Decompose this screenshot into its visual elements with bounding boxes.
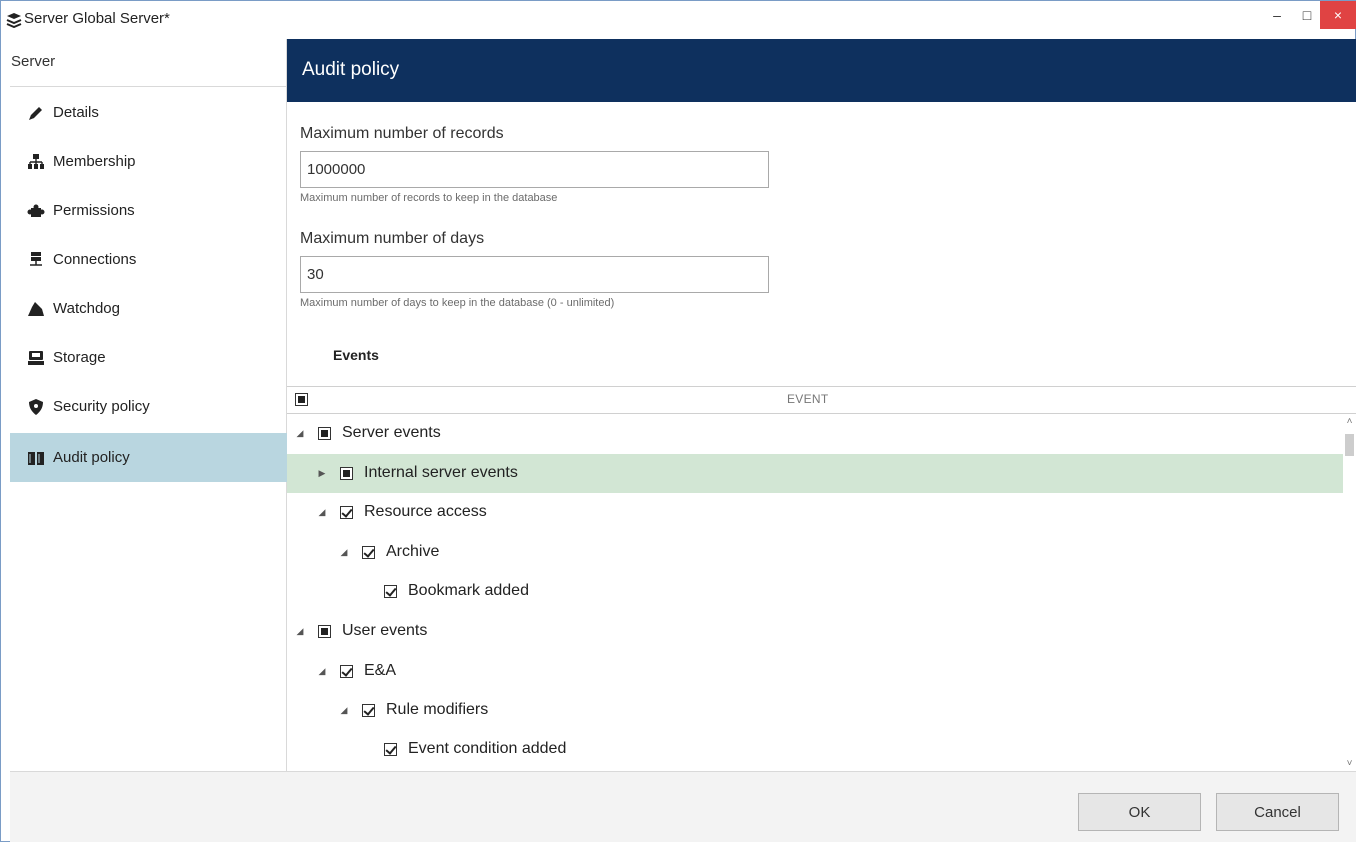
row-checkbox[interactable] — [362, 704, 375, 717]
window-title: Server Global Server* — [24, 10, 170, 27]
row-label: Internal server events — [364, 464, 518, 481]
row-checkbox[interactable] — [340, 506, 353, 519]
expanded-triangle-icon[interactable]: ◢ — [317, 666, 327, 677]
maximize-button[interactable]: □ — [1290, 1, 1324, 29]
tree-row-event-condition-added[interactable]: Event condition added — [287, 730, 1343, 769]
tree-row-bookmark-added[interactable]: Bookmark added — [287, 572, 1343, 611]
cancel-button[interactable]: Cancel — [1216, 793, 1339, 831]
max-days-label: Maximum number of days — [300, 230, 485, 247]
sidebar-item-audit-policy[interactable]: Audit policy — [10, 433, 287, 482]
title-bar: Server Global Server* – □ × — [1, 1, 1356, 39]
dog-icon — [26, 300, 46, 318]
sidebar-item-label: Audit policy — [53, 449, 130, 466]
select-all-checkbox[interactable] — [295, 393, 308, 406]
scroll-down-icon[interactable]: ˅ — [1343, 758, 1356, 769]
close-button[interactable]: × — [1320, 1, 1356, 29]
pencil-icon — [26, 104, 46, 122]
collapsed-triangle-icon[interactable]: ▶ — [317, 468, 327, 479]
puzzle-icon — [26, 202, 46, 220]
tree-row-user-events[interactable]: ◢ User events — [287, 612, 1343, 651]
row-label: E&A — [364, 662, 397, 679]
network-icon — [26, 251, 46, 269]
expanded-triangle-icon[interactable]: ◢ — [317, 507, 327, 518]
page-title: Audit policy — [287, 39, 1356, 102]
tree-row-ea[interactable]: ◢ E&A — [287, 652, 1343, 691]
scroll-up-icon[interactable]: ˄ — [1343, 416, 1356, 427]
hierarchy-icon — [26, 153, 46, 171]
max-days-hint: Maximum number of days to keep in the da… — [300, 297, 615, 309]
expanded-triangle-icon[interactable]: ◢ — [339, 705, 349, 716]
row-label: Archive — [386, 543, 440, 560]
expanded-triangle-icon[interactable]: ◢ — [295, 626, 305, 637]
row-checkbox[interactable] — [384, 743, 397, 756]
row-label: User events — [342, 622, 428, 639]
events-grid-header: EVENT — [287, 386, 1356, 414]
sidebar: Server Details Membership Permissions Co… — [10, 39, 287, 771]
tree-row-server-events[interactable]: ◢ Server events — [287, 414, 1343, 453]
main-panel: Audit policy Maximum number of records M… — [287, 39, 1356, 771]
max-records-label: Maximum number of records — [300, 125, 504, 142]
row-checkbox[interactable] — [340, 467, 353, 480]
row-label: Server events — [342, 424, 441, 441]
expanded-triangle-icon[interactable]: ◢ — [295, 428, 305, 439]
events-tree: ◢ Server events ▶ Internal server events… — [287, 414, 1343, 771]
max-days-input[interactable] — [300, 256, 769, 293]
sidebar-item-label: Details — [53, 104, 99, 121]
row-label: Bookmark added — [408, 582, 529, 599]
tree-scrollbar[interactable]: ˄ ˅ — [1343, 414, 1356, 771]
sidebar-item-label: Permissions — [53, 202, 135, 219]
row-label: Resource access — [364, 503, 487, 520]
sidebar-item-label: Connections — [53, 251, 137, 268]
minimize-button[interactable]: – — [1260, 1, 1294, 29]
shield-icon — [26, 398, 46, 416]
dialog-footer: OK Cancel — [10, 771, 1356, 842]
row-label: Rule modifiers — [386, 701, 489, 718]
sidebar-item-label: Storage — [53, 349, 106, 366]
row-checkbox[interactable] — [318, 625, 331, 638]
expanded-triangle-icon[interactable]: ◢ — [339, 547, 349, 558]
max-records-input[interactable] — [300, 151, 769, 188]
max-records-hint: Maximum number of records to keep in the… — [300, 192, 558, 204]
row-checkbox[interactable] — [362, 546, 375, 559]
row-checkbox[interactable] — [340, 665, 353, 678]
scroll-thumb[interactable] — [1345, 434, 1354, 456]
sidebar-item-membership[interactable]: Membership — [10, 137, 287, 186]
hard-drive-icon — [26, 349, 46, 367]
events-heading: Events — [333, 347, 379, 363]
server-stack-icon — [6, 12, 22, 29]
tree-row-internal-server-events[interactable]: ▶ Internal server events — [287, 454, 1343, 493]
row-checkbox[interactable] — [318, 427, 331, 440]
sidebar-item-watchdog[interactable]: Watchdog — [10, 284, 287, 333]
ok-button[interactable]: OK — [1078, 793, 1201, 831]
sidebar-item-label: Membership — [53, 153, 136, 170]
sidebar-header: Server — [10, 39, 286, 87]
sidebar-item-connections[interactable]: Connections — [10, 235, 287, 284]
tree-row-archive[interactable]: ◢ Archive — [287, 533, 1343, 572]
sidebar-item-label: Watchdog — [53, 300, 120, 317]
row-checkbox[interactable] — [384, 585, 397, 598]
tree-row-rule-modifiers[interactable]: ◢ Rule modifiers — [287, 691, 1343, 730]
sidebar-item-security-policy[interactable]: Security policy — [10, 382, 287, 431]
book-icon — [26, 449, 46, 467]
row-label: Event condition added — [408, 740, 567, 757]
dialog-window: Server Global Server* – □ × Server Detai… — [0, 0, 1356, 842]
sidebar-item-storage[interactable]: Storage — [10, 333, 287, 382]
sidebar-item-details[interactable]: Details — [10, 88, 287, 137]
event-column-header[interactable]: EVENT — [787, 392, 829, 406]
sidebar-item-label: Security policy — [53, 398, 150, 415]
tree-row-resource-access[interactable]: ◢ Resource access — [287, 493, 1343, 532]
sidebar-item-permissions[interactable]: Permissions — [10, 186, 287, 235]
